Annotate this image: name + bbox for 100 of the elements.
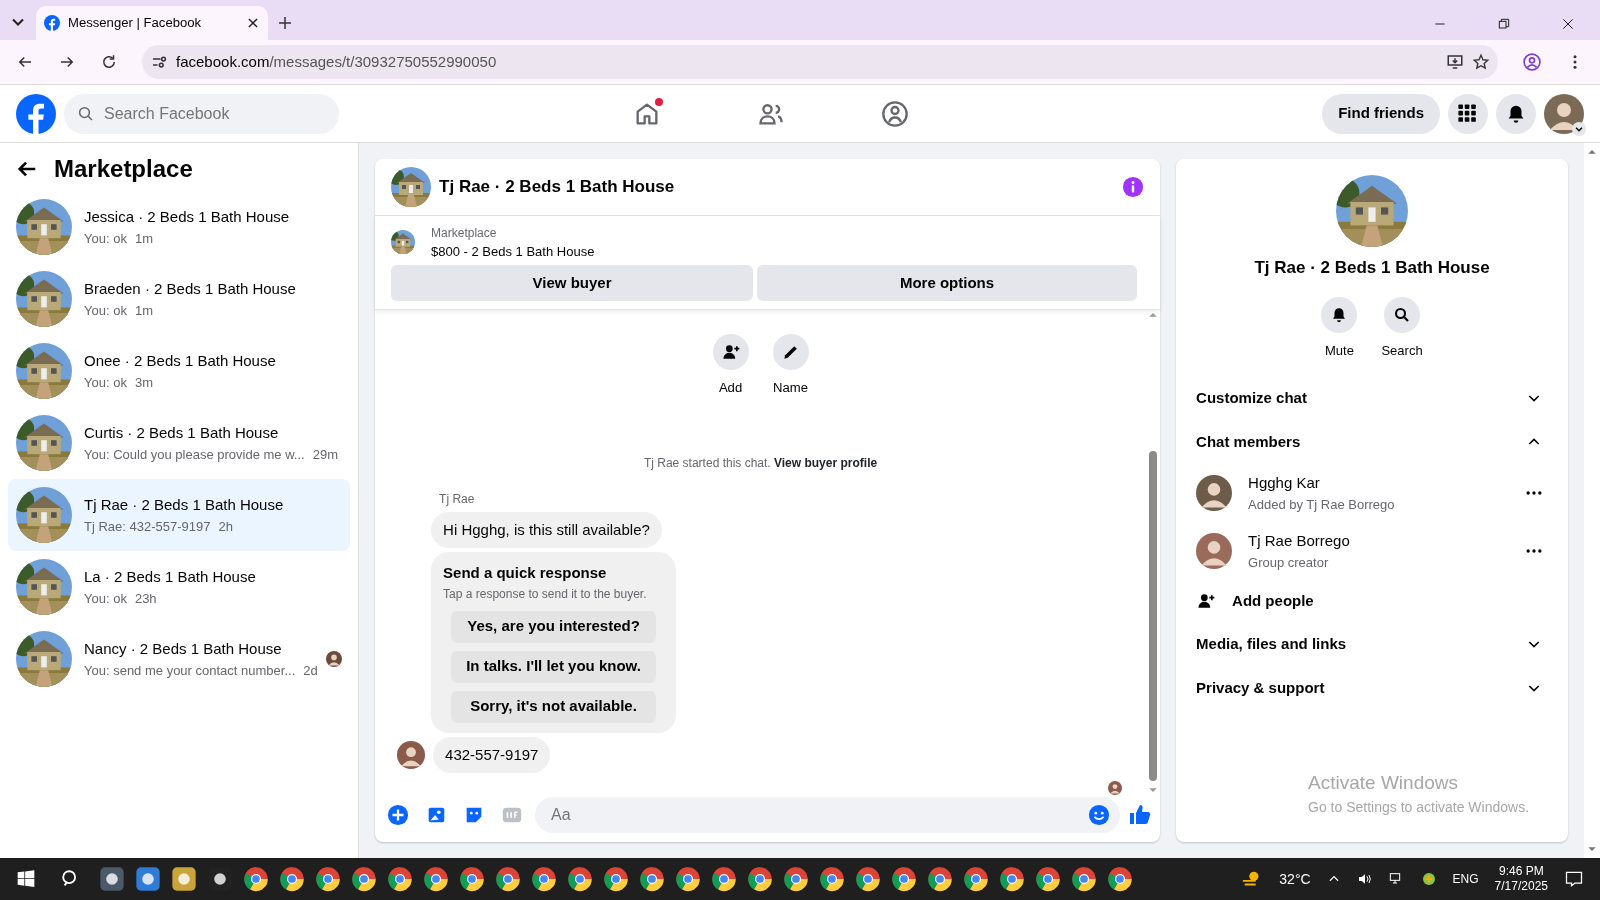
browser-icon[interactable] [638,865,666,893]
reload-icon[interactable] [100,53,118,71]
message-time: 2h [218,517,233,536]
browser-icon[interactable] [458,865,486,893]
menu-button[interactable] [1448,93,1488,134]
listing-label: Marketplace [431,224,498,242]
browser-icon[interactable] [782,865,810,893]
install-app-icon[interactable] [1446,53,1464,71]
thumbs-up-icon[interactable] [1128,802,1153,827]
message-time: 3m [134,373,153,392]
app-icon[interactable] [170,865,198,893]
search-field[interactable]: Search Facebook [64,93,339,134]
browser-icon[interactable] [1034,865,1062,893]
browser-icon[interactable] [1070,865,1098,893]
browser-icon[interactable] [710,865,738,893]
avatar [1196,475,1233,511]
browser-icon[interactable] [422,865,450,893]
emoji-icon[interactable] [1088,803,1111,826]
conversation-item[interactable]: La · 2 Beds 1 Bath House You: ok 23h [8,551,351,623]
browser-icon[interactable] [674,865,702,893]
browser-icon[interactable] [242,865,270,893]
facebook-logo-icon[interactable] [16,93,56,134]
browser-icon[interactable] [494,865,522,893]
member-row[interactable]: Hgghg Kar Added by Tj Rae Borrego [1192,464,1553,522]
conversation-item[interactable]: Tj Rae · 2 Beds 1 Bath House Tj Rae: 432-557-9197 2h [8,479,351,551]
member-row[interactable]: Tj Rae Borrego Group creator [1192,522,1553,580]
chat-action-button[interactable] [712,334,749,371]
shield-icon[interactable] [1420,871,1437,887]
section-header[interactable]: Media, files and links [1192,622,1553,666]
conversation-name: Jessica · 2 Beds 1 Bath House [84,207,291,227]
browser-icon[interactable] [854,865,882,893]
conversation-item[interactable]: Jessica · 2 Beds 1 Bath House You: ok 1m [8,191,351,263]
scroll-up-icon[interactable] [1587,147,1597,157]
quick-reply-button[interactable]: Sorry, it's not available. [451,690,657,723]
quick-reply-button[interactable]: Yes, are you interested? [451,610,657,643]
browser-tab[interactable]: Messenger | Facebook [36,6,268,40]
browser-icon[interactable] [890,865,918,893]
site-settings-icon[interactable] [150,53,168,71]
group-icon[interactable] [880,99,909,128]
member-name: Tj Rae Borrego [1248,531,1351,551]
browser-icon[interactable] [386,865,414,893]
language-indicator[interactable]: ENG [1452,870,1479,888]
quick-response-subtitle: Tap a response to send it to the buyer. [443,585,648,603]
conversation-item[interactable]: Curtis · 2 Beds 1 Bath House You: Could you please provide me w... 29m [8,407,351,479]
browser-icon[interactable] [566,865,594,893]
message-field[interactable]: Aa [535,796,1121,833]
section-header[interactable]: Customize chat [1192,376,1553,420]
profile-icon[interactable] [1522,52,1542,72]
scroll-down-icon[interactable] [1587,844,1597,854]
facebook-logo-icon [44,15,60,31]
conversation-item[interactable]: Nancy · 2 Beds 1 Bath House You: send me your contact number... 2d [8,623,351,695]
find-friends-button[interactable]: Find friends [1322,93,1440,134]
new-tab-icon[interactable] [276,14,294,32]
chat-note: Tj Rae started this chat. [643,455,772,470]
avatar [397,740,426,769]
quick-reply-button[interactable]: In talks. I'll let you know. [451,650,657,683]
conversation-name: Braeden · 2 Beds 1 Bath House [84,279,297,299]
browser-icon[interactable] [602,865,630,893]
app-icon[interactable] [134,865,162,893]
details-action-button[interactable] [1321,296,1358,333]
chat-action-button[interactable] [772,334,809,371]
section-header[interactable]: Privacy & support [1192,666,1553,710]
start-icon[interactable] [16,869,36,889]
section-title: Media, files and links [1196,633,1347,654]
address-bar[interactable]: facebook.com/messages/t/30932750552990050 [142,45,1498,79]
action-button[interactable]: View buyer [391,265,754,302]
plus-icon[interactable] [387,803,410,826]
temperature: 32°C [1279,869,1311,889]
buyer-profile-link[interactable]: View buyer profile [774,455,878,470]
conversation-item[interactable]: Braeden · 2 Beds 1 Bath House You: ok 1m [8,263,351,335]
browser-icon[interactable] [314,865,342,893]
action-label: Add [718,379,743,398]
browser-icon[interactable] [1106,865,1134,893]
details-action-button[interactable] [1384,296,1421,333]
info-icon[interactable] [1122,175,1145,198]
close-icon[interactable] [246,16,260,30]
conversation-name: Onee · 2 Beds 1 Bath House [84,351,277,371]
close-icon[interactable] [1560,16,1576,32]
action-label: Mute [1325,341,1354,360]
browser-icon[interactable] [530,865,558,893]
browser-icon[interactable] [818,865,846,893]
sidebar-title: Marketplace [54,154,193,184]
browser-icon[interactable] [962,865,990,893]
page-scrollbar[interactable] [1584,143,1600,858]
restore-icon[interactable] [1496,16,1512,32]
notifications-button[interactable] [1496,93,1536,134]
browser-icon[interactable] [926,865,954,893]
browser-icon[interactable] [998,865,1026,893]
browser-icon[interactable] [350,865,378,893]
action-button[interactable]: More options [757,265,1138,302]
section-header[interactable]: Chat members [1192,420,1553,464]
star-icon[interactable] [1472,53,1490,71]
section-title: Privacy & support [1196,677,1325,698]
clock[interactable]: 9:46 PM 7/17/2025 [1494,864,1548,894]
browser-icon[interactable] [278,865,306,893]
app-icon[interactable] [98,865,126,893]
browser-icon[interactable] [746,865,774,893]
add-people-button[interactable]: Add people [1192,580,1553,622]
notifications-icon[interactable] [1564,869,1584,889]
conversation-item[interactable]: Onee · 2 Beds 1 Bath House You: ok 3m [8,335,351,407]
